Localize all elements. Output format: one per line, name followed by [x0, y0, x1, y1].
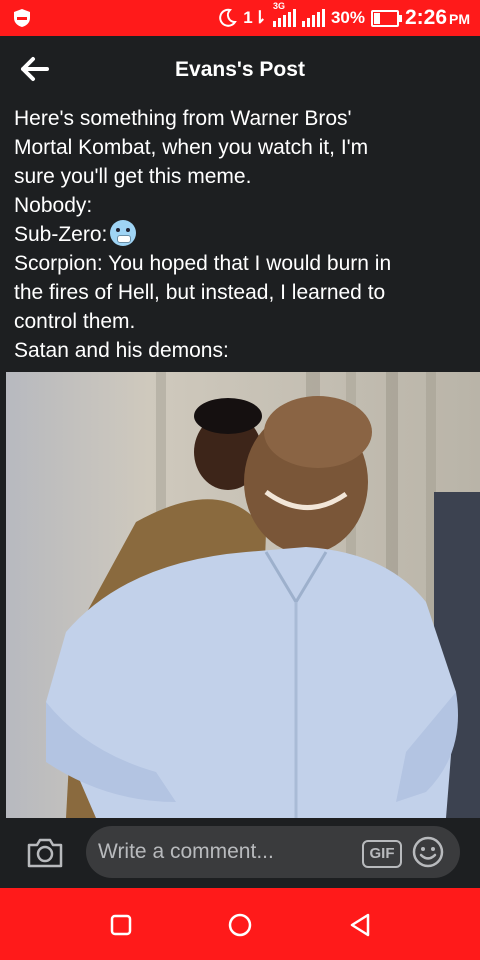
home-icon[interactable] — [228, 913, 252, 937]
battery-percent: 30% — [330, 8, 365, 27]
signal-3g-icon: 3G — [272, 1, 296, 27]
system-nav-bar — [0, 888, 480, 960]
status-bar: 1⇂ 3G 30% 2:26 PM — [0, 0, 480, 36]
shield-icon — [14, 9, 30, 27]
signal-icon — [301, 9, 325, 27]
post-line: Scorpion: You hoped that I would burn in — [14, 252, 392, 275]
status-time: 2:26 PM — [404, 6, 470, 29]
post-line: Nobody: — [14, 194, 93, 217]
data-arrows-icon: 1⇂ — [243, 8, 267, 27]
post-line: sure you'll get this meme. — [14, 165, 252, 188]
post-line: control them. — [14, 310, 136, 333]
post-line-subzero: Sub-Zero: — [14, 220, 470, 249]
post-line: the fires of Hell, but instead, I learne… — [14, 281, 386, 304]
post-header: Evans's Post — [0, 36, 480, 104]
gif-button[interactable]: GIF — [362, 840, 402, 868]
post-photo[interactable] — [6, 372, 480, 818]
back-triangle-icon[interactable] — [348, 912, 372, 938]
post-line: Here's something from Warner Bros' — [14, 107, 352, 130]
battery-icon — [370, 9, 402, 27]
cold-face-emoji — [110, 220, 137, 246]
status-indicators: 1⇂ 3G 30% 2:26 PM — [217, 0, 470, 36]
post-body: Here's something from Warner Bros' Morta… — [14, 104, 470, 365]
comment-bar: Write a comment... GIF — [0, 818, 480, 888]
page-title: Evans's Post — [175, 58, 305, 81]
recent-apps-icon[interactable] — [110, 914, 132, 936]
post-line: Satan and his demons: — [14, 339, 229, 362]
smiley-icon[interactable] — [412, 836, 444, 868]
camera-icon[interactable] — [26, 834, 64, 870]
post-line: Mortal Kombat, when you watch it, I'm — [14, 136, 369, 159]
comment-input[interactable]: Write a comment... GIF — [86, 826, 460, 878]
comment-placeholder: Write a comment... — [98, 840, 274, 863]
moon-icon — [219, 8, 238, 27]
